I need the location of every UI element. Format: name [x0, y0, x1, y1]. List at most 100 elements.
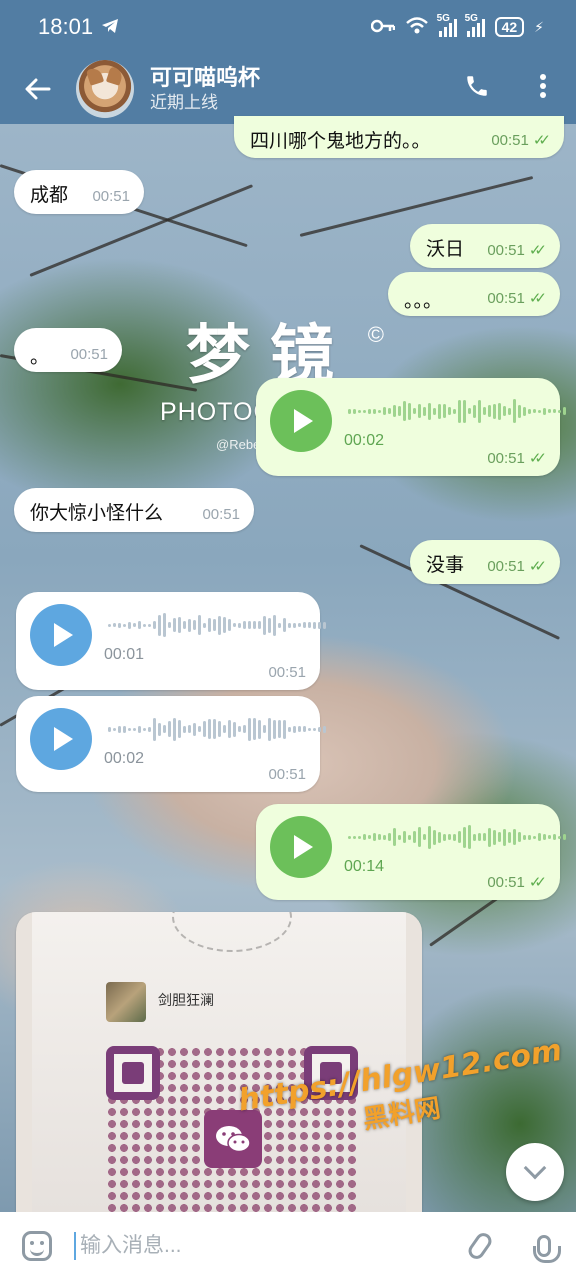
waveform-bar	[408, 402, 411, 420]
waveform-bar	[388, 408, 391, 414]
waveform-bar	[318, 621, 321, 629]
waveform-bar	[438, 403, 441, 419]
read-checks-icon: ✓✓	[528, 874, 547, 891]
waveform-bar	[313, 727, 316, 731]
waveform-bar	[443, 404, 446, 418]
waveform-bar	[473, 404, 476, 418]
waveform-bar	[163, 725, 166, 733]
photo-message-qr-code[interactable]: 剑胆狂澜	[16, 912, 422, 1212]
network-type-1: 5G	[436, 13, 450, 24]
waveform-bar	[293, 725, 296, 733]
waveform-bar	[503, 406, 506, 416]
waveform-bar	[523, 406, 526, 416]
waveform-bar	[303, 726, 306, 732]
message-composer: 输入消息...	[0, 1212, 576, 1280]
waveform-bar	[463, 826, 466, 848]
waveform-bar	[558, 409, 561, 413]
avatar[interactable]	[76, 60, 134, 118]
message-input[interactable]: 输入消息...	[74, 1232, 448, 1260]
waveform-bar	[198, 615, 201, 635]
waveform-bar	[538, 409, 541, 413]
waveform-bar	[303, 622, 306, 628]
waveform-bar	[138, 621, 141, 629]
more-vertical-icon[interactable]	[510, 73, 576, 106]
message-bubble-incoming[interactable]: 你大惊小怪什么 00:51	[14, 488, 254, 532]
waveform-bar	[143, 727, 146, 731]
waveform-bar	[528, 408, 531, 414]
waveform-bar	[543, 834, 546, 840]
waveform-bar	[553, 834, 556, 840]
waveform-bar	[383, 407, 386, 415]
waveform-bar	[228, 720, 231, 738]
waveform-bar	[123, 725, 126, 733]
waveform-bar	[473, 833, 476, 841]
waveform-bar	[378, 409, 381, 413]
waveform-bar	[418, 827, 421, 847]
voice-waveform[interactable]	[348, 824, 566, 850]
message-bubble-outgoing[interactable]: 没事 00:51 ✓✓	[410, 540, 560, 584]
play-button[interactable]	[30, 604, 92, 666]
waveform-bar	[283, 719, 286, 739]
waveform-bar	[268, 717, 271, 741]
voice-waveform[interactable]	[108, 716, 326, 742]
signal-icon-2: 5G	[465, 13, 485, 37]
play-icon	[54, 623, 73, 647]
play-button[interactable]	[270, 816, 332, 878]
waveform-bar	[213, 719, 216, 739]
waveform-bar	[548, 835, 551, 839]
waveform-bar	[348, 408, 351, 414]
waveform-bar	[408, 834, 411, 840]
message-bubble-incoming[interactable]: 成都 00:51	[14, 170, 144, 214]
waveform-bar	[433, 829, 436, 845]
waveform-bar	[258, 719, 261, 739]
waveform-bar	[358, 835, 361, 839]
waveform-bar	[288, 622, 291, 628]
emoji-icon[interactable]	[0, 1231, 74, 1261]
microphone-icon[interactable]	[512, 1235, 576, 1263]
waveform-bar	[563, 834, 566, 840]
waveform-bar	[503, 828, 506, 846]
message-time: 00:51	[70, 346, 108, 363]
message-time: 00:51	[487, 873, 525, 891]
waveform-bar	[318, 726, 321, 732]
waveform-bar	[198, 726, 201, 732]
chat-info[interactable]: 可可喵呜杯 近期上线	[150, 64, 444, 114]
voice-message-outgoing[interactable]: 00:02 00:51 ✓✓	[256, 378, 566, 476]
voice-message-incoming[interactable]: 00:01 00:51	[16, 592, 326, 690]
message-bubble-outgoing[interactable]: 四川哪个鬼地方的。。 00:51 ✓✓	[234, 116, 564, 158]
phone-icon[interactable]	[444, 73, 510, 106]
waveform-bar	[363, 834, 366, 840]
voice-message-incoming[interactable]: 00:02 00:51	[16, 696, 326, 792]
waveform-bar	[508, 831, 511, 843]
message-text: 没事	[426, 555, 465, 576]
waveform-bar	[243, 725, 246, 733]
waveform-bar	[398, 834, 401, 840]
voice-message-outgoing[interactable]: 00:14 00:51 ✓✓	[256, 804, 566, 900]
waveform-bar	[273, 614, 276, 636]
play-button[interactable]	[30, 708, 92, 770]
waveform-bar	[253, 621, 256, 629]
waveform-bar	[238, 726, 241, 732]
waveform-bar	[128, 621, 131, 629]
voice-waveform[interactable]	[348, 398, 566, 424]
waveform-bar	[248, 621, 251, 629]
play-button[interactable]	[270, 390, 332, 452]
waveform-bar	[213, 619, 216, 631]
waveform-bar	[263, 725, 266, 733]
waveform-bar	[123, 623, 126, 627]
message-bubble-outgoing[interactable]: 。。。 00:51 ✓✓	[388, 272, 560, 316]
arrow-left-icon[interactable]	[0, 70, 76, 109]
message-bubble-outgoing[interactable]: 沃日 00:51 ✓✓	[410, 224, 560, 268]
waveform-bar	[438, 831, 441, 843]
paperclip-icon[interactable]	[448, 1229, 512, 1263]
message-bubble-incoming[interactable]: 。 00:51	[14, 328, 122, 372]
waveform-bar	[373, 833, 376, 841]
read-checks-icon: ✓✓	[528, 558, 547, 575]
message-text: 四川哪个鬼地方的。。	[250, 131, 431, 152]
waveform-bar	[538, 833, 541, 841]
chevron-down-icon[interactable]	[506, 1143, 564, 1201]
voice-waveform[interactable]	[108, 612, 326, 638]
waveform-bar	[173, 618, 176, 632]
waveform-bar	[483, 833, 486, 841]
waveform-bar	[378, 834, 381, 840]
